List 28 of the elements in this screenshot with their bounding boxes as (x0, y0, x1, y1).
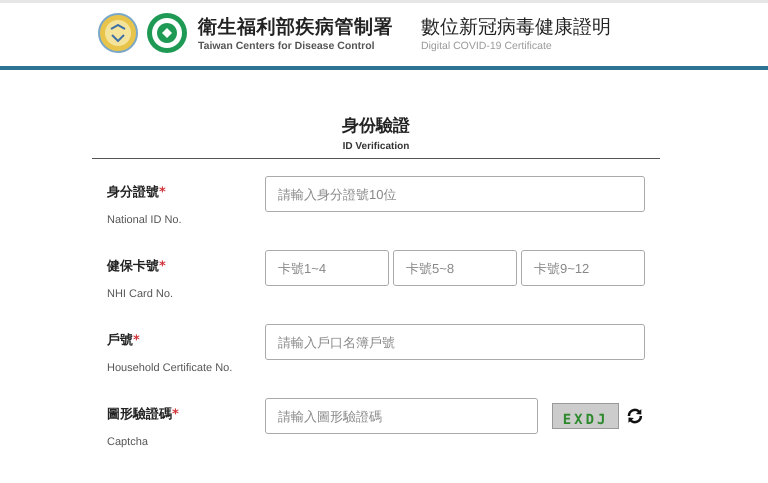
field-label-en: Household Certificate No. (107, 361, 234, 376)
input-field[interactable]: 卡號1~4 (265, 250, 389, 286)
input-field[interactable]: 請輸入圖形驗證碼 (265, 398, 538, 434)
org-name-en: Taiwan Centers for Disease Control (198, 40, 376, 52)
logo-icon (146, 12, 188, 54)
refresh-icon[interactable] (625, 406, 645, 426)
field-label: 身分證號 (107, 185, 159, 200)
emblem-icon (98, 13, 138, 53)
field-label: 戶號 (107, 333, 133, 348)
section-title: 身份驗證 (342, 115, 410, 137)
input-field[interactable]: 卡號9~12 (521, 250, 645, 286)
org-name: 衛生福利部疾病管制署 (198, 15, 393, 40)
field-label: 圖形驗證碼 (107, 407, 172, 422)
input-field[interactable]: 請輸入身分證號10位 (265, 176, 645, 212)
required-mark: * (159, 259, 166, 274)
page-title: 數位新冠病毒健康證明 (421, 15, 611, 40)
field-label-en: NHI Card No. (107, 287, 174, 302)
field-label-en: Captcha (107, 435, 149, 450)
required-mark: * (133, 333, 140, 348)
page-subtitle: Digital COVID-19 Certificate (421, 40, 553, 52)
field-label-en: National ID No. (107, 213, 183, 228)
input-field[interactable]: 請輸入戶口名簿戶號 (265, 324, 645, 360)
field-label: 健保卡號 (107, 259, 159, 274)
required-mark: * (172, 407, 179, 422)
captcha-image: EXDJ (552, 403, 620, 429)
input-field[interactable]: 卡號5~8 (393, 250, 517, 286)
section-subtitle: ID Verification (342, 141, 410, 152)
required-mark: * (159, 185, 166, 200)
